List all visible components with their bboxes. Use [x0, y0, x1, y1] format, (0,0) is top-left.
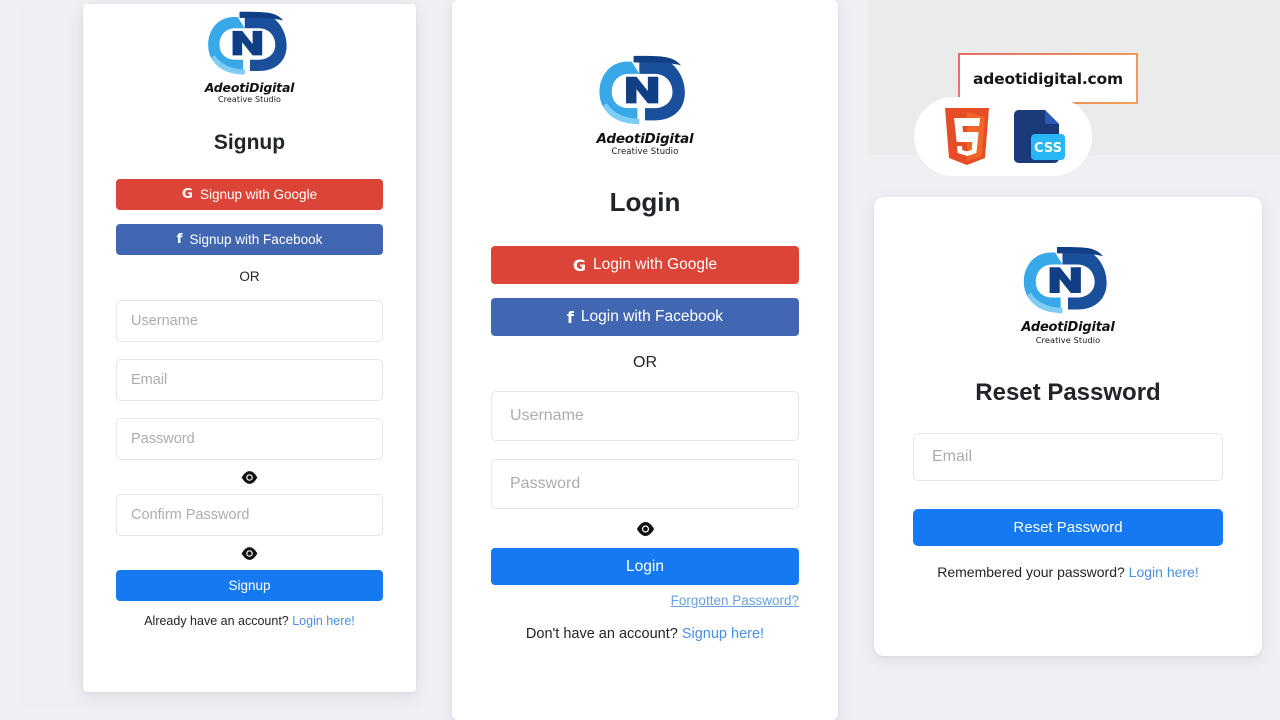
reset-logo-name: AdeotiDigital — [1021, 320, 1115, 335]
login-card: AdeotiDigital Creative Studio Login G Lo… — [452, 0, 838, 720]
forgotten-password-link[interactable]: Forgotten Password? — [671, 593, 799, 608]
eye-icon — [241, 546, 258, 560]
signup-confirm-password-visibility-toggle[interactable] — [241, 546, 258, 560]
reset-email-input[interactable] — [913, 433, 1223, 482]
login-logo: AdeotiDigital Creative Studio — [491, 54, 799, 157]
login-google-label: Login with Google — [593, 256, 718, 274]
reset-logo: AdeotiDigital Creative Studio — [913, 245, 1223, 345]
signup-password-input[interactable] — [116, 417, 383, 460]
reset-password-card: AdeotiDigital Creative Studio Reset Pass… — [874, 197, 1262, 656]
signup-confirm-password-input[interactable] — [116, 493, 383, 536]
tech-stack-pill: CSS — [914, 97, 1092, 176]
adeoti-ad-monogram-icon — [1023, 246, 1107, 314]
signup-divider-or: OR — [239, 268, 260, 284]
login-logo-tagline: Creative Studio — [611, 147, 679, 158]
signup-footer-login-link[interactable]: Login here! — [292, 614, 355, 628]
signup-logo-name: AdeotiDigital — [204, 80, 295, 95]
signup-submit-button: Signup — [116, 569, 383, 601]
adeoti-ad-monogram-icon — [599, 55, 685, 125]
login-with-facebook-button[interactable]: f Login with Facebook — [491, 298, 799, 337]
signup-facebook-label: Signup with Facebook — [189, 231, 323, 247]
signup-password-visibility-toggle[interactable] — [241, 470, 258, 484]
signup-with-facebook-button[interactable]: f Signup with Facebook — [116, 223, 383, 255]
login-submit-button: Login — [491, 548, 799, 586]
login-password-input[interactable] — [491, 459, 799, 510]
reset-logo-tagline: Creative Studio — [1035, 334, 1101, 345]
login-submit-label: Login — [626, 557, 664, 575]
signup-footer-text: Already have an account? — [144, 613, 289, 628]
reset-footer-text: Remembered your password? — [937, 564, 1125, 581]
signup-google-label: Signup with Google — [200, 186, 318, 202]
signup-title: Signup — [213, 130, 286, 154]
login-password-visibility-toggle[interactable] — [636, 522, 655, 537]
html5-icon — [945, 107, 989, 165]
eye-icon — [636, 522, 654, 537]
login-title: Login — [609, 187, 681, 218]
signup-email-input[interactable] — [116, 358, 383, 401]
facebook-f-icon: f — [176, 231, 183, 248]
url-badge-text: adeotidigital.com — [973, 69, 1123, 88]
signup-logo-tagline: Creative Studio — [217, 95, 282, 105]
google-g-icon: G — [572, 255, 587, 275]
reset-password-title: Reset Password — [975, 379, 1161, 407]
signup-card: AdeotiDigital Creative Studio Signup G S… — [83, 4, 416, 692]
google-g-icon: G — [181, 186, 193, 203]
login-facebook-label: Login with Facebook — [580, 308, 724, 326]
signup-with-google-button[interactable]: G Signup with Google — [116, 178, 383, 210]
signup-logo: AdeotiDigital Creative Studio — [116, 10, 383, 105]
eye-icon — [241, 470, 258, 484]
adeoti-ad-monogram-icon — [207, 11, 287, 75]
login-footer-text: Don't have an account? — [525, 626, 678, 643]
reset-password-submit-button: Reset Password — [913, 509, 1223, 547]
reset-submit-label: Reset Password — [1013, 519, 1123, 537]
login-divider-or: OR — [633, 354, 657, 372]
login-footer-signup-link[interactable]: Signup here! — [682, 626, 764, 642]
signup-username-input[interactable] — [116, 299, 383, 342]
css3-file-icon: CSS — [1014, 109, 1065, 163]
login-username-input[interactable] — [491, 391, 799, 442]
facebook-f-icon: f — [566, 307, 574, 327]
reset-footer-login-link[interactable]: Login here! — [1129, 564, 1199, 580]
signup-submit-label: Signup — [228, 577, 271, 593]
css3-icon-label: CSS — [1034, 141, 1062, 156]
page-root: AdeotiDigital Creative Studio Signup G S… — [0, 0, 1280, 720]
login-logo-name: AdeotiDigital — [596, 131, 694, 147]
login-with-google-button[interactable]: G Login with Google — [491, 246, 799, 285]
